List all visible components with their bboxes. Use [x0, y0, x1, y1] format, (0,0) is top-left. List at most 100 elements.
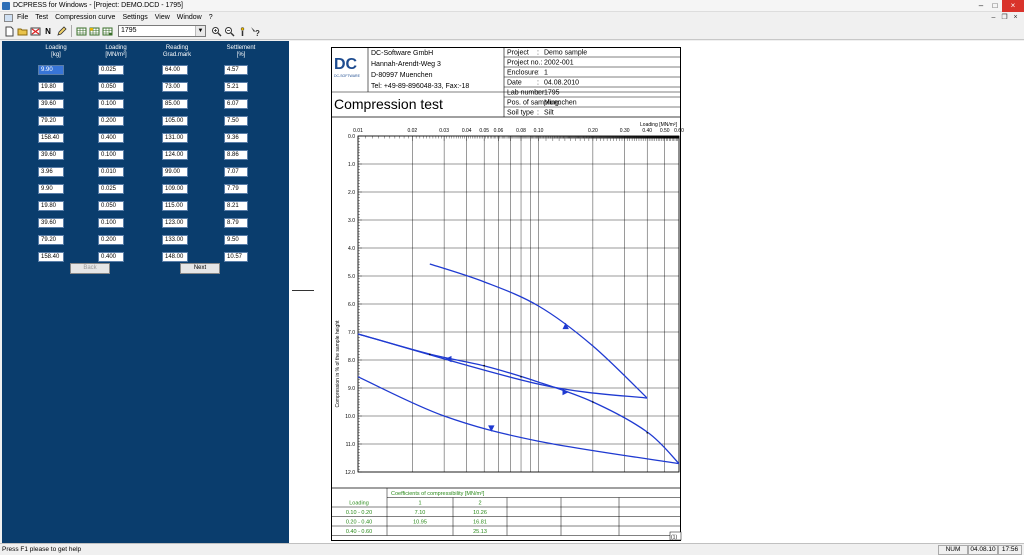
- cell-loading-mn[interactable]: 0.100: [98, 99, 124, 109]
- cell-loading-mn[interactable]: 0.200: [98, 116, 124, 126]
- open-folder-icon[interactable]: [16, 25, 28, 37]
- cell-loading-kg[interactable]: 3.96: [38, 167, 64, 177]
- n-button[interactable]: N: [42, 25, 54, 37]
- cell-reading[interactable]: 105.00: [162, 116, 188, 126]
- cell-loading-mn[interactable]: 0.010: [98, 167, 124, 177]
- zoom-in-icon[interactable]: [210, 25, 222, 37]
- field-value: Demo sample: [544, 50, 587, 57]
- menu-compression-curve[interactable]: Compression curve: [55, 14, 115, 21]
- cell-settlement[interactable]: 7.79: [224, 184, 248, 194]
- cell-loading-kg[interactable]: 39.60: [38, 150, 64, 160]
- cell-reading[interactable]: 64.00: [162, 65, 188, 75]
- cell-loading-mn[interactable]: 0.100: [98, 150, 124, 160]
- cell-reading[interactable]: 109.00: [162, 184, 188, 194]
- cell-loading-mn[interactable]: 0.025: [98, 184, 124, 194]
- table-view-icon[interactable]: [101, 25, 113, 37]
- field-separator: :: [537, 70, 539, 77]
- cell-reading[interactable]: 73.00: [162, 82, 188, 92]
- cell-reading[interactable]: 115.00: [162, 201, 188, 211]
- coefficients-title: Coefficients of compressibility [MN/m²]: [391, 491, 485, 497]
- table-edit-icon[interactable]: [88, 25, 100, 37]
- minimize-button[interactable]: –: [974, 0, 988, 12]
- cell-reading[interactable]: 148.00: [162, 252, 188, 262]
- cell-loading-kg[interactable]: 9.90: [38, 184, 64, 194]
- field-value: 04.08.2010: [544, 80, 579, 87]
- cell-loading-kg[interactable]: 9.90: [38, 65, 64, 75]
- menu-window[interactable]: Window: [177, 14, 202, 21]
- y-tick-label: 3.0: [348, 218, 355, 224]
- delete-record-icon[interactable]: [29, 25, 41, 37]
- mdi-minimize-button[interactable]: –: [989, 13, 998, 22]
- menu-file[interactable]: File: [17, 14, 28, 21]
- cell-loading-mn[interactable]: 0.100: [98, 218, 124, 228]
- cell-loading-kg[interactable]: 39.60: [38, 99, 64, 109]
- mdi-close-button[interactable]: ×: [1011, 13, 1020, 22]
- y-tick-label: 7.0: [348, 330, 355, 336]
- new-file-icon[interactable]: [3, 25, 15, 37]
- x-tick-label: 0.60: [674, 128, 684, 134]
- toolbar: N 1795 ▼ ?: [0, 23, 1024, 40]
- sample-select[interactable]: 1795 ▼: [118, 25, 206, 37]
- cell-settlement[interactable]: 10.57: [224, 252, 248, 262]
- mdi-restore-button[interactable]: ❐: [1000, 13, 1009, 22]
- x-tick-label: 0.30: [620, 128, 630, 134]
- document-icon[interactable]: [4, 13, 13, 22]
- field-separator: :: [537, 80, 539, 87]
- coefficients-cell: 0.10 - 0.20: [346, 510, 372, 516]
- cell-settlement[interactable]: 4.57: [224, 65, 248, 75]
- cell-settlement[interactable]: 8.21: [224, 201, 248, 211]
- cell-loading-mn[interactable]: 0.025: [98, 65, 124, 75]
- cell-loading-kg[interactable]: 79.20: [38, 235, 64, 245]
- cell-loading-mn[interactable]: 0.050: [98, 82, 124, 92]
- cell-loading-kg[interactable]: 39.60: [38, 218, 64, 228]
- close-button[interactable]: ×: [1002, 0, 1024, 12]
- cell-settlement[interactable]: 8.79: [224, 218, 248, 228]
- menu-settings[interactable]: Settings: [122, 14, 147, 21]
- logo-text: DC: [334, 56, 358, 73]
- measurement-point: [520, 376, 522, 378]
- coefficients-header: Loading: [349, 501, 369, 507]
- cell-reading[interactable]: 131.00: [162, 133, 188, 143]
- context-help-icon[interactable]: ?: [249, 25, 261, 37]
- cell-settlement[interactable]: 6.07: [224, 99, 248, 109]
- cell-loading-mn[interactable]: 0.400: [98, 252, 124, 262]
- cell-settlement[interactable]: 5.21: [224, 82, 248, 92]
- cell-loading-mn[interactable]: 0.400: [98, 133, 124, 143]
- next-button[interactable]: Next: [180, 263, 220, 274]
- zoom-out-icon[interactable]: [223, 25, 235, 37]
- cell-loading-kg[interactable]: 19.80: [38, 82, 64, 92]
- y-tick-label: 10.0: [345, 414, 355, 420]
- cell-loading-mn[interactable]: 0.200: [98, 235, 124, 245]
- back-button[interactable]: Back: [70, 263, 110, 274]
- cell-reading[interactable]: 123.00: [162, 218, 188, 228]
- menu-help[interactable]: ?: [209, 14, 213, 21]
- cell-settlement[interactable]: 7.07: [224, 167, 248, 177]
- pencil-icon[interactable]: [55, 25, 67, 37]
- table-icon[interactable]: [75, 25, 87, 37]
- cell-settlement[interactable]: 8.86: [224, 150, 248, 160]
- cell-reading[interactable]: 85.00: [162, 99, 188, 109]
- menu-test[interactable]: Test: [35, 14, 48, 21]
- cell-loading-mn[interactable]: 0.050: [98, 201, 124, 211]
- coefficients-cell: 0.20 - 0.40: [346, 520, 372, 526]
- coefficients-cell: 10.95: [413, 520, 427, 526]
- workspace-background: [692, 41, 1024, 543]
- cell-reading[interactable]: 124.00: [162, 150, 188, 160]
- maximize-button[interactable]: □: [988, 0, 1002, 12]
- cell-settlement[interactable]: 7.50: [224, 116, 248, 126]
- cell-reading[interactable]: 99.00: [162, 167, 188, 177]
- cell-settlement[interactable]: 9.50: [224, 235, 248, 245]
- info-icon[interactable]: [236, 25, 248, 37]
- field-label: Project no.:: [507, 60, 542, 67]
- page-margin-line: [292, 290, 314, 291]
- cell-reading[interactable]: 133.00: [162, 235, 188, 245]
- menu-view[interactable]: View: [155, 14, 170, 21]
- cell-loading-kg[interactable]: 158.40: [38, 133, 64, 143]
- measurement-point: [429, 353, 431, 356]
- cell-settlement[interactable]: 9.36: [224, 133, 248, 143]
- cell-loading-kg[interactable]: 158.40: [38, 252, 64, 262]
- field-value: 2002-001: [544, 60, 574, 67]
- cell-loading-kg[interactable]: 79.20: [38, 116, 64, 126]
- chevron-down-icon[interactable]: ▼: [195, 26, 205, 36]
- cell-loading-kg[interactable]: 19.80: [38, 201, 64, 211]
